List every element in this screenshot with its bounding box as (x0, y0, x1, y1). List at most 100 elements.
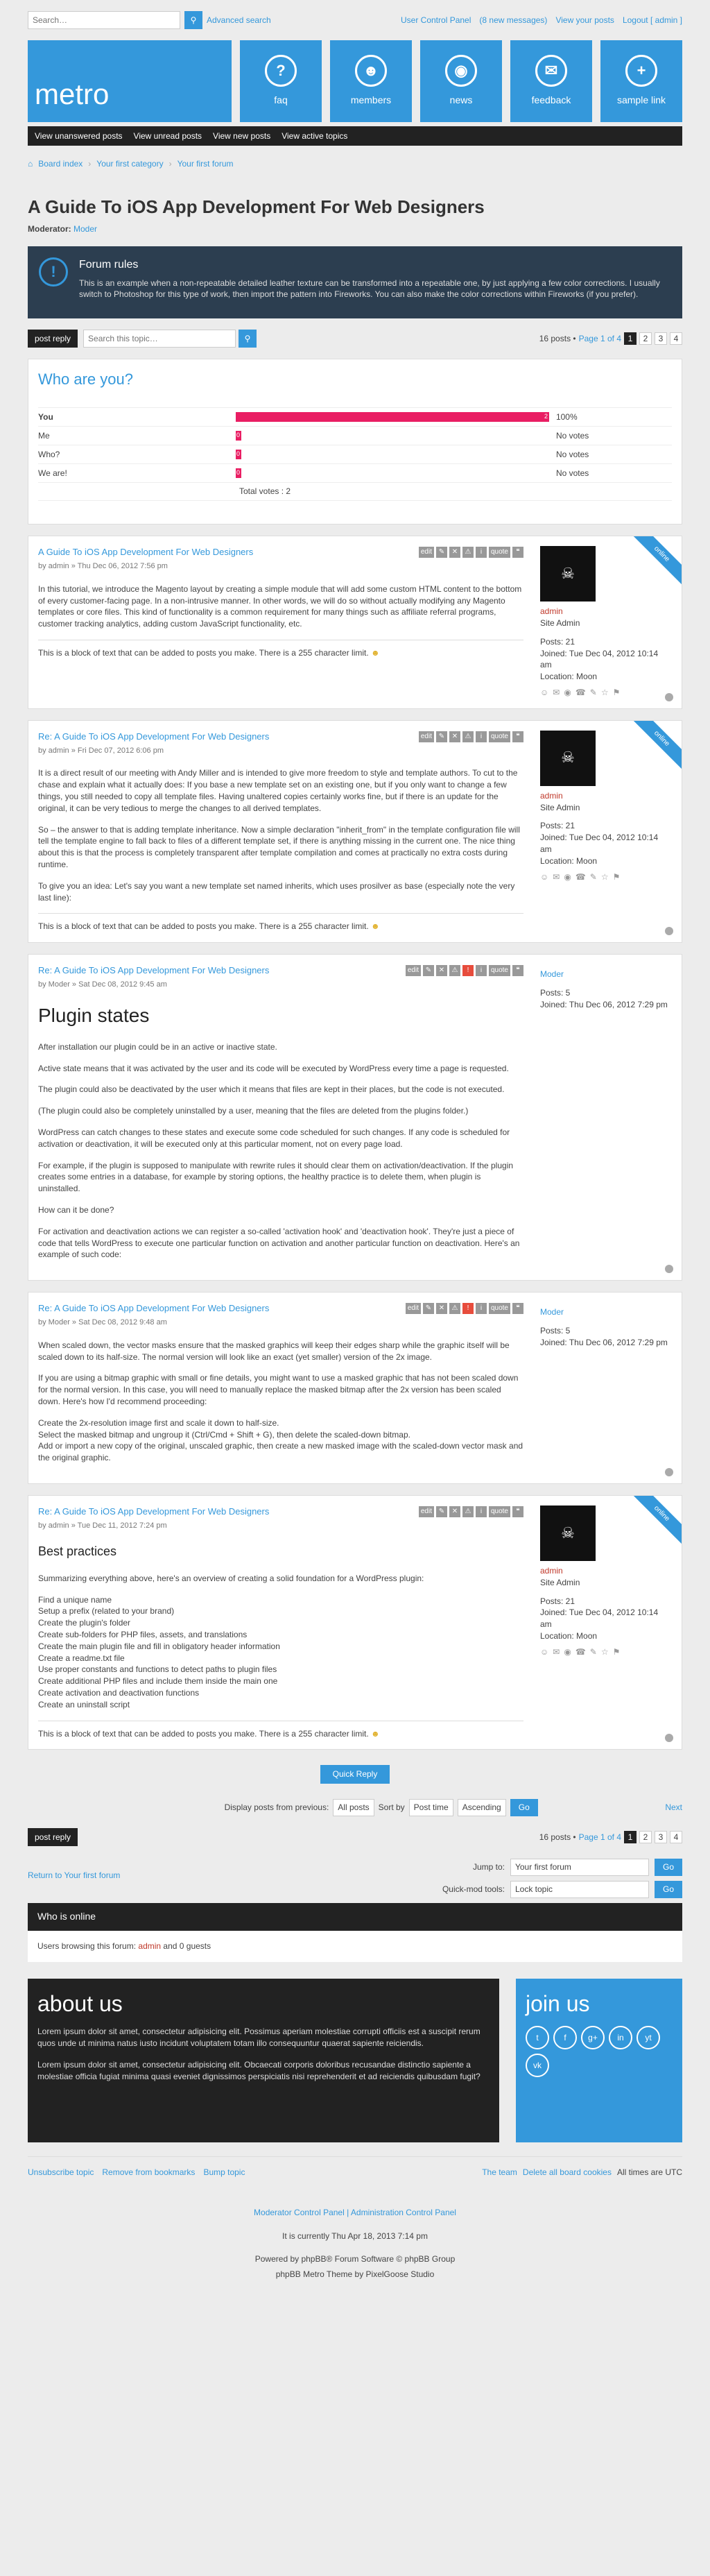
user-icon[interactable]: ☺ (540, 871, 548, 883)
edit-button[interactable]: edit (405, 1303, 421, 1315)
web-icon[interactable]: ◉ (564, 687, 571, 699)
post-title[interactable]: Re: A Guide To iOS App Development For W… (38, 731, 269, 743)
social-g+-icon[interactable]: g+ (581, 2026, 605, 2050)
delete-cookies-link[interactable]: Delete all board cookies (523, 2167, 612, 2178)
quote-button[interactable]: quote (488, 1506, 510, 1518)
page-1[interactable]: 1 (624, 1831, 637, 1844)
page-4[interactable]: 4 (670, 1831, 682, 1844)
sort-go-button[interactable]: Go (510, 1798, 538, 1816)
tile-feedback[interactable]: ✉ feedback (510, 40, 592, 122)
unsubscribe-link[interactable]: Unsubscribe topic (28, 2167, 94, 2178)
edit-button[interactable]: edit (418, 731, 434, 742)
view-your-posts-link[interactable]: View your posts (555, 15, 614, 26)
warn-button[interactable]: ! (462, 965, 474, 977)
delete-icon[interactable]: ✕ (449, 731, 460, 742)
tile-members[interactable]: ☻ members (330, 40, 412, 122)
tile-sample-link[interactable]: + sample link (600, 40, 682, 122)
email-icon[interactable]: ✉ (553, 871, 560, 883)
post-reply-button-bottom[interactable]: post reply (28, 1828, 78, 1847)
quote-icon[interactable]: ❝ (512, 1303, 523, 1315)
report-icon[interactable]: ⚠ (462, 547, 474, 558)
back-to-top-icon[interactable] (665, 1467, 673, 1476)
sort-select[interactable]: Post time (408, 1798, 453, 1816)
page-1[interactable]: 1 (624, 332, 637, 346)
moderator-link[interactable]: Moder (73, 224, 97, 234)
site-logo[interactable]: metro (28, 40, 232, 122)
new-messages-link[interactable]: (8 new messages) (479, 15, 547, 26)
advanced-search-link[interactable]: Advanced search (207, 15, 271, 26)
report-icon[interactable]: ⚠ (449, 1303, 460, 1315)
avatar[interactable]: ☠ (540, 730, 596, 786)
phone-icon[interactable]: ☎ (575, 687, 586, 699)
quote-button[interactable]: quote (488, 731, 510, 742)
info-icon[interactable]: i (475, 731, 487, 742)
remove-bookmark-link[interactable]: Remove from bookmarks (102, 2167, 195, 2178)
profile-username[interactable]: admin (540, 1566, 563, 1576)
phone-icon[interactable]: ☎ (575, 1646, 586, 1658)
search-input[interactable] (28, 11, 180, 29)
pencil-icon[interactable]: ✎ (422, 1303, 434, 1315)
page-4[interactable]: 4 (670, 332, 682, 346)
user-icon[interactable]: ☺ (540, 687, 548, 699)
social-in-icon[interactable]: in (609, 2026, 632, 2050)
chat-icon[interactable]: ✎ (590, 1646, 597, 1658)
crumb-forum[interactable]: Your first forum (178, 158, 234, 170)
post-title[interactable]: Re: A Guide To iOS App Development For W… (38, 964, 269, 977)
web-icon[interactable]: ◉ (564, 871, 571, 883)
quick-reply-button[interactable]: Quick Reply (320, 1765, 390, 1784)
profile-username[interactable]: admin (540, 791, 563, 801)
flag-icon[interactable]: ⚑ (613, 687, 621, 699)
post-title[interactable]: Re: A Guide To iOS App Development For W… (38, 1505, 269, 1518)
social-t-icon[interactable]: t (526, 2026, 549, 2050)
warn-button[interactable]: ! (462, 1303, 474, 1315)
info-icon[interactable]: i (475, 1303, 487, 1315)
page-of[interactable]: Page 1 of 4 (579, 333, 621, 345)
flag-icon[interactable]: ⚑ (613, 1646, 621, 1658)
post-title[interactable]: Re: A Guide To iOS App Development For W… (38, 1302, 269, 1315)
next-page-link[interactable]: Next (665, 1802, 682, 1814)
back-to-top-icon[interactable] (665, 1265, 673, 1274)
info-icon[interactable]: i (475, 1506, 487, 1518)
team-link[interactable]: The team (482, 2167, 517, 2178)
tile-faq[interactable]: ? faq (240, 40, 322, 122)
tile-news[interactable]: ◉ news (420, 40, 502, 122)
avatar[interactable]: ☠ (540, 1505, 596, 1561)
quickmod-go-button[interactable]: Go (654, 1880, 682, 1898)
quote-icon[interactable]: ❝ (512, 731, 523, 742)
star-icon[interactable]: ☆ (601, 871, 609, 883)
back-to-top-icon[interactable] (665, 1734, 673, 1743)
info-icon[interactable]: i (475, 965, 487, 977)
quote-button[interactable]: quote (488, 547, 510, 558)
post-title[interactable]: A Guide To iOS App Development For Web D… (38, 546, 253, 558)
page-2[interactable]: 2 (639, 332, 652, 346)
email-icon[interactable]: ✉ (553, 687, 560, 699)
pencil-icon[interactable]: ✎ (422, 965, 434, 977)
phone-icon[interactable]: ☎ (575, 871, 586, 883)
delete-icon[interactable]: ✕ (435, 965, 447, 977)
back-to-top-icon[interactable] (665, 692, 673, 701)
quickmod-select[interactable]: Lock topic (510, 1880, 649, 1898)
report-icon[interactable]: ⚠ (462, 1506, 474, 1518)
info-icon[interactable]: i (475, 547, 487, 558)
delete-icon[interactable]: ✕ (449, 1506, 460, 1518)
nav-active[interactable]: View active topics (282, 130, 347, 142)
social-yt-icon[interactable]: yt (637, 2026, 660, 2050)
bump-topic-link[interactable]: Bump topic (203, 2167, 245, 2178)
display-select[interactable]: All posts (333, 1798, 374, 1816)
page-of[interactable]: Page 1 of 4 (579, 1832, 621, 1843)
topic-search-button[interactable]: ⚲ (239, 330, 257, 348)
nav-unanswered[interactable]: View unanswered posts (35, 130, 123, 142)
chat-icon[interactable]: ✎ (590, 871, 597, 883)
post-reply-button[interactable]: post reply (28, 330, 78, 348)
social-vk-icon[interactable]: vk (526, 2054, 549, 2078)
pencil-icon[interactable]: ✎ (435, 547, 447, 558)
nav-new[interactable]: View new posts (213, 130, 270, 142)
profile-username[interactable]: Moder (540, 969, 564, 979)
return-link[interactable]: Return to Your first forum (28, 1870, 120, 1882)
page-3[interactable]: 3 (655, 332, 667, 346)
star-icon[interactable]: ☆ (601, 687, 609, 699)
delete-icon[interactable]: ✕ (435, 1303, 447, 1315)
wio-user[interactable]: admin (138, 1941, 161, 1951)
profile-username[interactable]: admin (540, 606, 563, 616)
control-panels-links[interactable]: Moderator Control Panel | Administration… (254, 2208, 456, 2217)
